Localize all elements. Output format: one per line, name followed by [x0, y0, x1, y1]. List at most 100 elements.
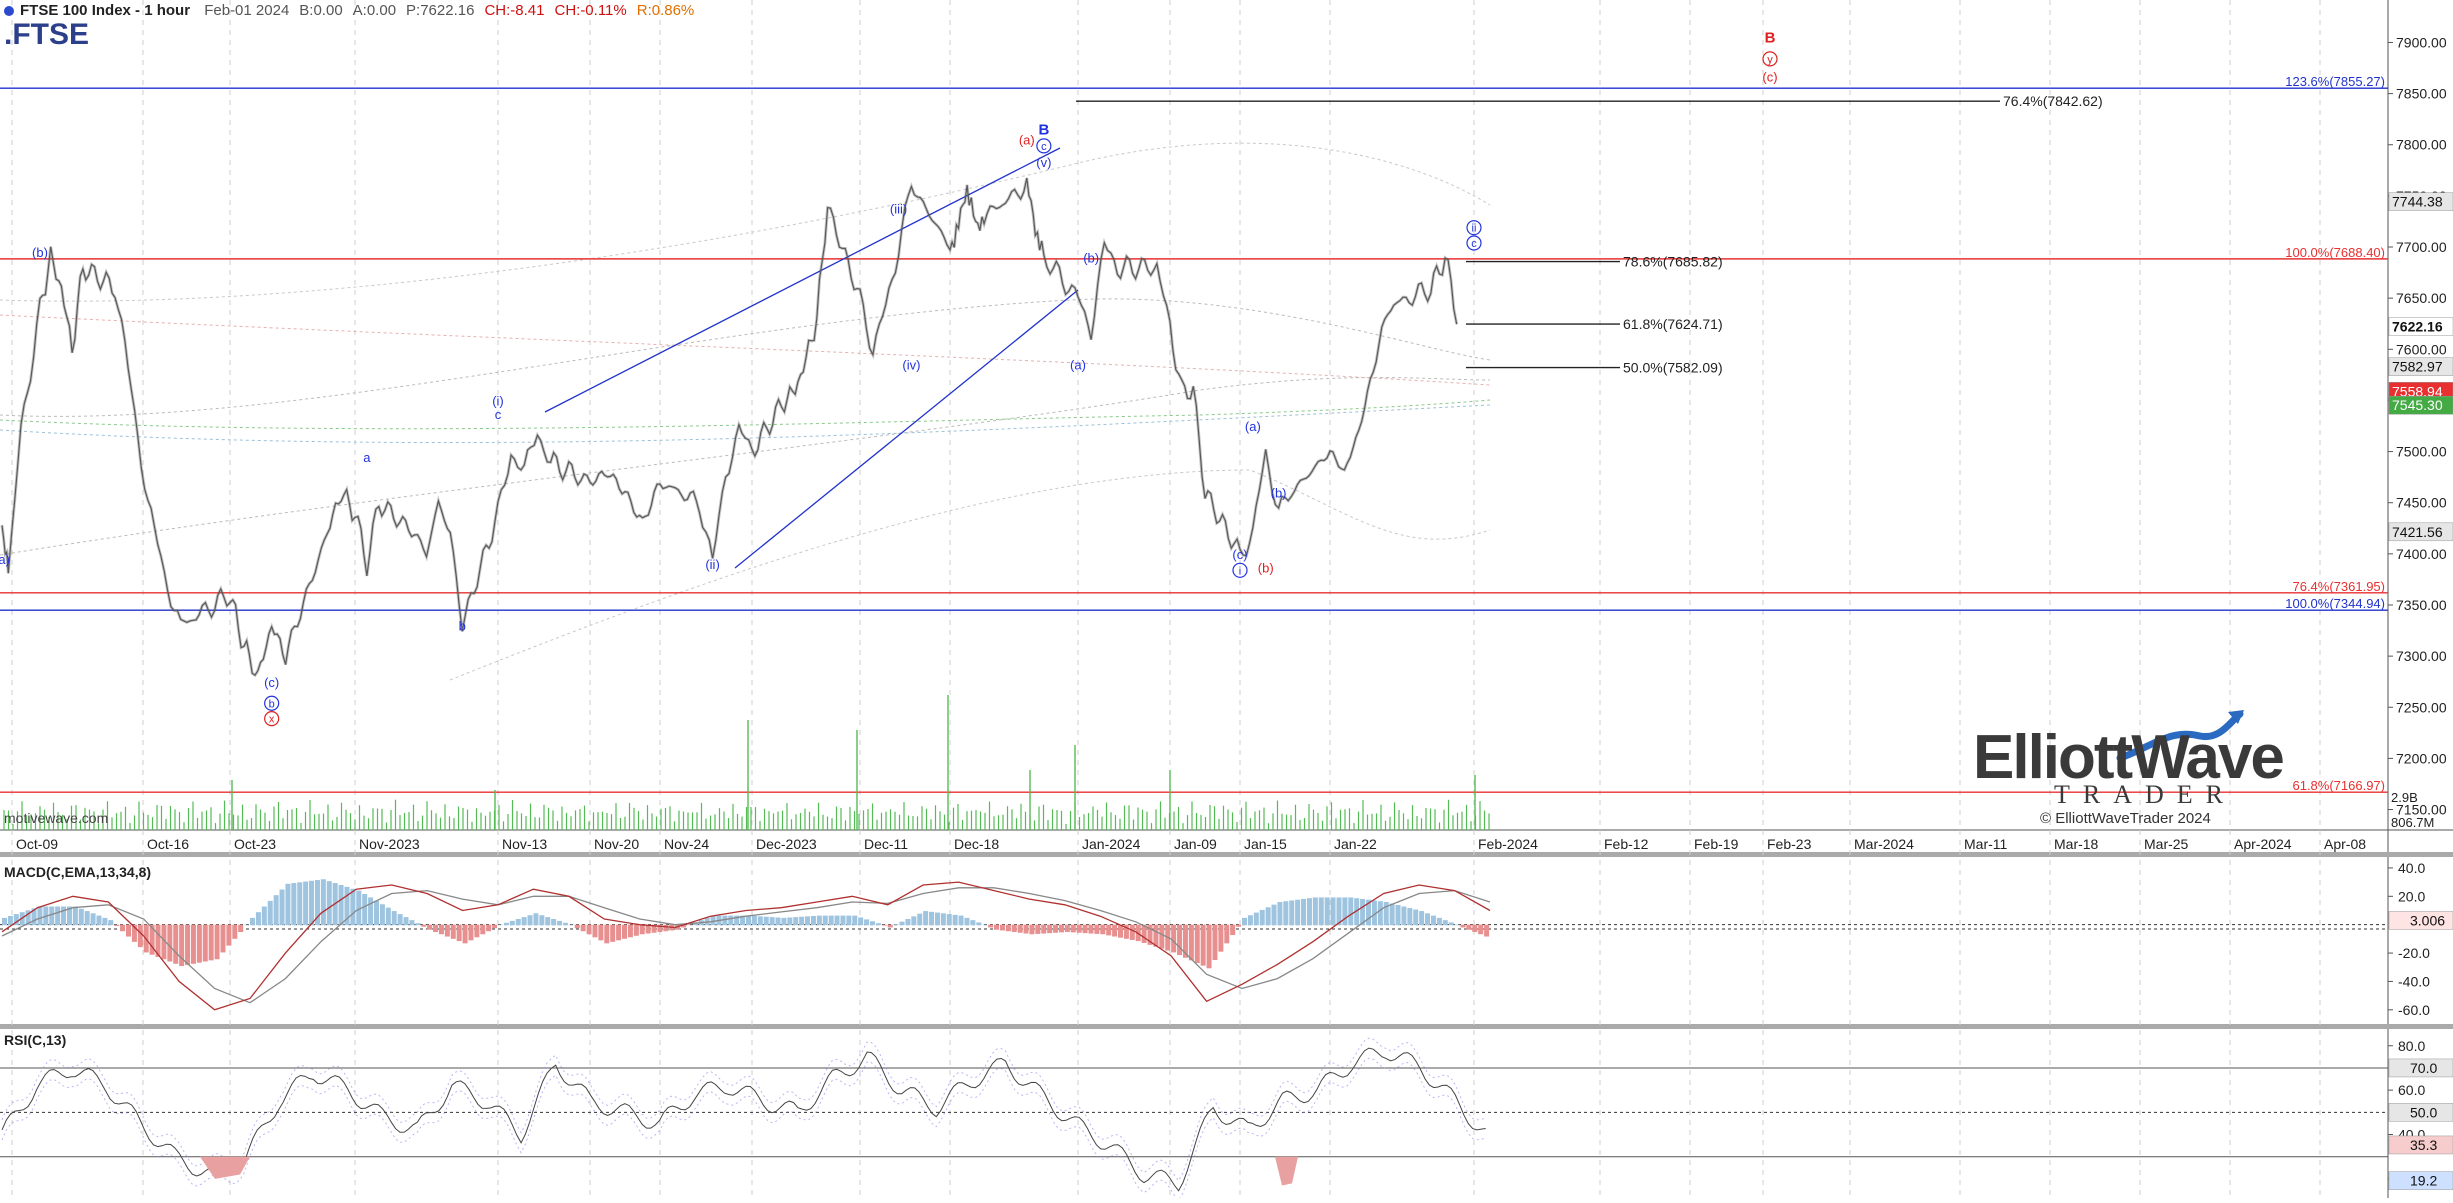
y-tick-label: 7350.00	[2396, 597, 2447, 613]
macd-histogram-bar	[929, 911, 935, 926]
macd-histogram-bar	[952, 914, 958, 926]
macd-histogram-bar	[1425, 913, 1431, 926]
x-tick-label: Oct-09	[16, 836, 58, 852]
macd-histogram-bar	[568, 924, 574, 926]
macd-histogram-bar	[450, 924, 456, 939]
macd-histogram-bar	[1023, 924, 1029, 934]
x-tick-label: Mar-18	[2054, 836, 2099, 852]
x-tick-label: Feb-23	[1767, 836, 1812, 852]
chart-background	[0, 0, 2453, 1198]
macd-histogram-bar	[592, 924, 598, 938]
chart-canvas: Oct-09 Oct-16 Oct-23 Nov-2023 Nov-13 Nov-20 No…	[0, 0, 2453, 1203]
macd-histogram-bar	[1094, 924, 1100, 934]
header-change-pct: CH:-0.11%	[554, 2, 627, 19]
macd-histogram-bar	[379, 904, 385, 926]
macd-histogram-bar	[7, 915, 13, 926]
macd-histogram-bar	[852, 915, 858, 926]
macd-histogram-bar	[90, 913, 96, 926]
macd-histogram-bar	[1259, 909, 1265, 926]
rsi-value-label: 19.2	[2410, 1173, 2437, 1189]
macd-histogram-bar	[61, 906, 67, 926]
chart-svg: Oct-09 Oct-16 Oct-23 Nov-2023 Nov-13 Nov-20 No…	[0, 0, 2453, 1202]
macd-histogram-bar	[509, 920, 515, 926]
macd-histogram-bar	[108, 920, 114, 926]
macd-histogram-bar	[1342, 897, 1348, 926]
macd-histogram-bar	[557, 920, 563, 926]
macd-histogram-bar	[1419, 911, 1425, 926]
macd-histogram-bar	[338, 884, 344, 926]
wave-label: (a)	[0, 552, 10, 567]
macd-histogram-bar	[1129, 924, 1135, 940]
macd-histogram-bar	[539, 915, 545, 926]
macd-histogram-bar	[799, 916, 805, 926]
macd-histogram-bar	[385, 907, 391, 926]
macd-histogram-bar	[37, 906, 43, 926]
wave-label: (b)	[32, 245, 48, 260]
wave-label: i	[1239, 565, 1241, 577]
wave-label: (ii)	[705, 557, 719, 572]
macd-histogram-bar	[586, 924, 592, 935]
macd-histogram-bar	[911, 916, 917, 926]
macd-histogram-bar	[1295, 899, 1301, 926]
wave-label: c	[1041, 141, 1047, 153]
macd-histogram-bar	[787, 917, 793, 926]
macd-histogram-bar	[220, 924, 226, 953]
macd-histogram-bar	[1466, 924, 1472, 930]
price-badge-value: 7582.97	[2392, 359, 2443, 375]
macd-histogram-bar	[887, 924, 893, 928]
y-tick-label: 7700.00	[2396, 239, 2447, 255]
macd-histogram-bar	[1407, 908, 1413, 926]
watermark: motivewave.com	[4, 810, 109, 826]
macd-histogram-bar	[114, 924, 120, 926]
ticker-symbol: .FTSE	[4, 18, 90, 51]
macd-histogram-bar	[515, 919, 521, 926]
macd-histogram-bar	[350, 888, 356, 926]
macd-histogram-bar	[763, 916, 769, 926]
macd-histogram-bar	[1070, 924, 1076, 933]
macd-histogram-bar	[1177, 924, 1183, 956]
y-tick-label: 7500.00	[2396, 444, 2447, 460]
x-tick-label: Dec-18	[954, 836, 999, 852]
macd-histogram-bar	[1484, 924, 1490, 937]
macd-histogram-bar	[226, 924, 232, 946]
macd-histogram-bar	[822, 915, 828, 926]
x-tick-label: Feb-12	[1604, 836, 1649, 852]
macd-histogram-bar	[1194, 924, 1200, 964]
x-tick-label: Jan-2024	[1082, 836, 1141, 852]
rsi-value-label: 50.0	[2410, 1104, 2437, 1120]
macd-histogram-bar	[1478, 924, 1484, 935]
macd-histogram-bar	[96, 915, 102, 926]
macd-histogram-bar	[846, 915, 852, 926]
wave-label: y	[1767, 54, 1773, 66]
macd-histogram-bar	[1271, 904, 1277, 926]
macd-histogram-bar	[982, 924, 988, 926]
price-badge-value: 7622.16	[2392, 319, 2443, 335]
macd-histogram-bar	[610, 924, 616, 942]
volume-axis-label: 806.7M	[2391, 815, 2434, 830]
macd-panel-title: MACD(C,EMA,13,34,8)	[4, 864, 152, 880]
macd-histogram-bar	[999, 924, 1005, 931]
macd-histogram-bar	[433, 924, 439, 932]
price-badge-value: 7421.56	[2392, 524, 2443, 540]
y-tick-label: 7850.00	[2396, 86, 2447, 102]
macd-histogram-bar	[793, 917, 799, 926]
macd-histogram-bar	[1265, 907, 1271, 926]
macd-histogram-bar	[1436, 917, 1442, 926]
macd-histogram-bar	[940, 913, 946, 926]
fib-level-label: 100.0%(7344.94)	[2285, 596, 2385, 611]
fib-level-label: 76.4%(7842.62)	[2003, 93, 2103, 109]
macd-histogram-bar	[1076, 924, 1082, 933]
macd-histogram-bar	[391, 911, 397, 926]
volume-axis-label: 2.9B	[2391, 790, 2418, 805]
macd-histogram-bar	[421, 924, 427, 927]
wave-label: (b)	[1271, 486, 1287, 501]
macd-histogram-bar	[261, 906, 267, 926]
macd-histogram-bar	[805, 916, 811, 926]
wave-label: (iii)	[890, 201, 907, 216]
macd-histogram-bar	[49, 906, 55, 926]
macd-histogram-bar	[474, 924, 480, 938]
macd-histogram-bar	[1188, 924, 1194, 961]
fib-level-label: 100.0%(7688.40)	[2285, 245, 2385, 260]
macd-histogram-bar	[1047, 924, 1053, 934]
fib-level-label: 50.0%(7582.09)	[1623, 360, 1723, 376]
